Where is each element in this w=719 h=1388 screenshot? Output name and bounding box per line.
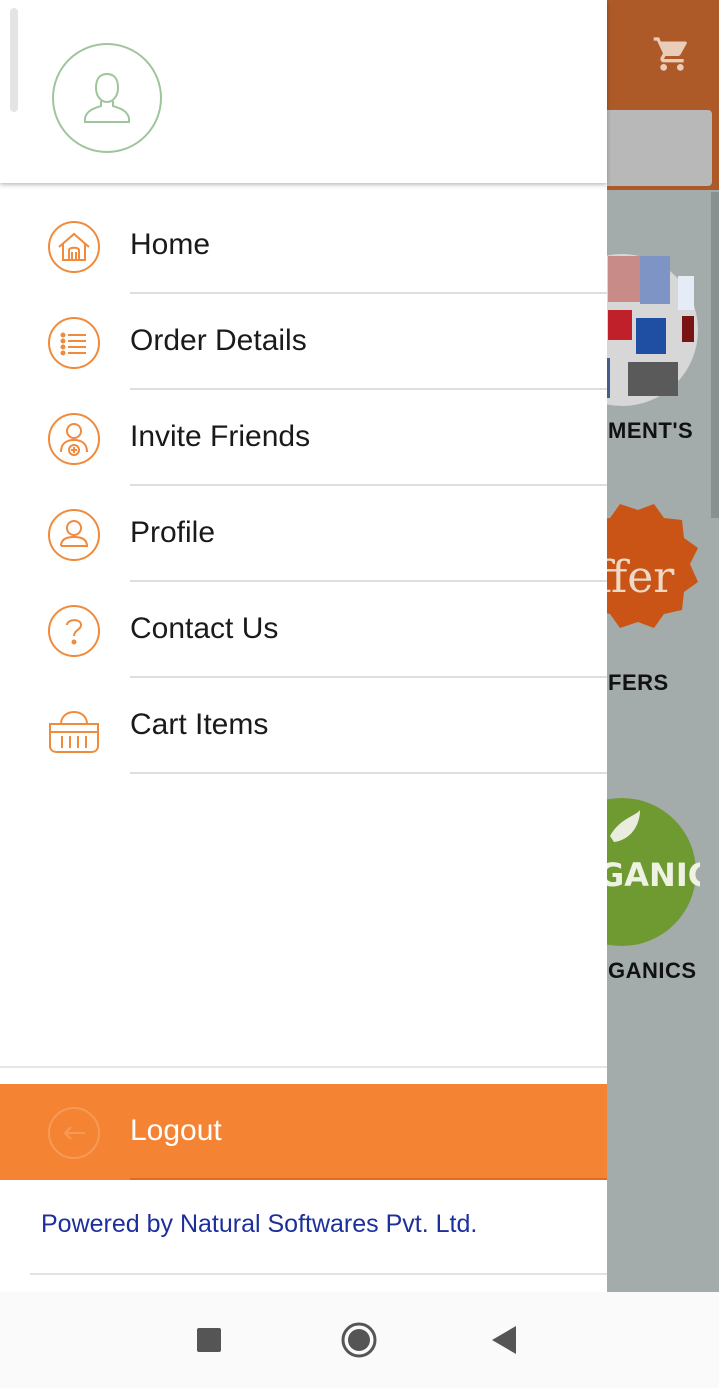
- menu-item-invite-friends[interactable]: Invite Friends: [0, 390, 607, 486]
- powered-divider: [30, 1273, 607, 1275]
- menu-label-cart-items: Cart Items: [130, 708, 269, 741]
- home-circle-icon[interactable]: [335, 1316, 383, 1364]
- menu-item-contact-us[interactable]: Contact Us: [0, 582, 607, 678]
- offers-label: FERS: [608, 670, 669, 695]
- question-icon: [47, 604, 101, 658]
- svg-text:ffer: ffer: [600, 552, 675, 603]
- menu-divider: [130, 772, 607, 774]
- drawer-menu: Home Order Details Invite Friends Profil…: [0, 198, 607, 774]
- menu-label-home: Home: [130, 228, 211, 261]
- background-search-bar: [600, 110, 712, 186]
- recents-square-icon[interactable]: [185, 1316, 233, 1364]
- menu-label-contact-us: Contact Us: [130, 612, 279, 645]
- system-nav-bar: [0, 1292, 719, 1388]
- drawer-header: [0, 0, 607, 183]
- user-icon: [47, 508, 101, 562]
- menu-item-cart-items[interactable]: Cart Items: [0, 678, 607, 774]
- garments-label: MENT'S: [608, 418, 694, 443]
- menu-label-invite-friends: Invite Friends: [130, 420, 311, 453]
- list-icon: [47, 316, 101, 370]
- menu-item-home[interactable]: Home: [0, 198, 607, 294]
- organics-image: GANIC: [548, 796, 711, 946]
- home-icon: [47, 220, 101, 274]
- add-user-icon: [47, 412, 101, 466]
- footer-divider: [0, 1066, 607, 1068]
- powered-by-text: Powered by Natural Softwares Pvt. Ltd.: [41, 1210, 478, 1238]
- menu-label-profile: Profile: [130, 516, 216, 549]
- menu-label-order-details: Order Details: [130, 324, 307, 357]
- back-triangle-icon[interactable]: [481, 1316, 529, 1364]
- garments-image: [546, 250, 700, 406]
- menu-item-profile[interactable]: Profile: [0, 486, 607, 582]
- user-avatar-icon[interactable]: [52, 43, 162, 153]
- drawer-header-scrollbar: [10, 8, 18, 112]
- navigation-drawer: Home Order Details Invite Friends Profil…: [0, 0, 607, 1292]
- basket-icon: [47, 700, 101, 754]
- menu-item-order-details[interactable]: Order Details: [0, 294, 607, 390]
- organics-label: GANICS: [608, 958, 697, 983]
- logout-button[interactable]: Logout: [0, 1084, 607, 1180]
- svg-text:GANIC: GANIC: [600, 856, 700, 894]
- background-scrollbar: [711, 192, 719, 518]
- cart-icon: [652, 34, 692, 74]
- offers-image: ffer: [580, 504, 700, 654]
- logout-divider: [130, 1178, 607, 1180]
- logout-label: Logout: [130, 1114, 222, 1147]
- logout-icon: [47, 1106, 101, 1160]
